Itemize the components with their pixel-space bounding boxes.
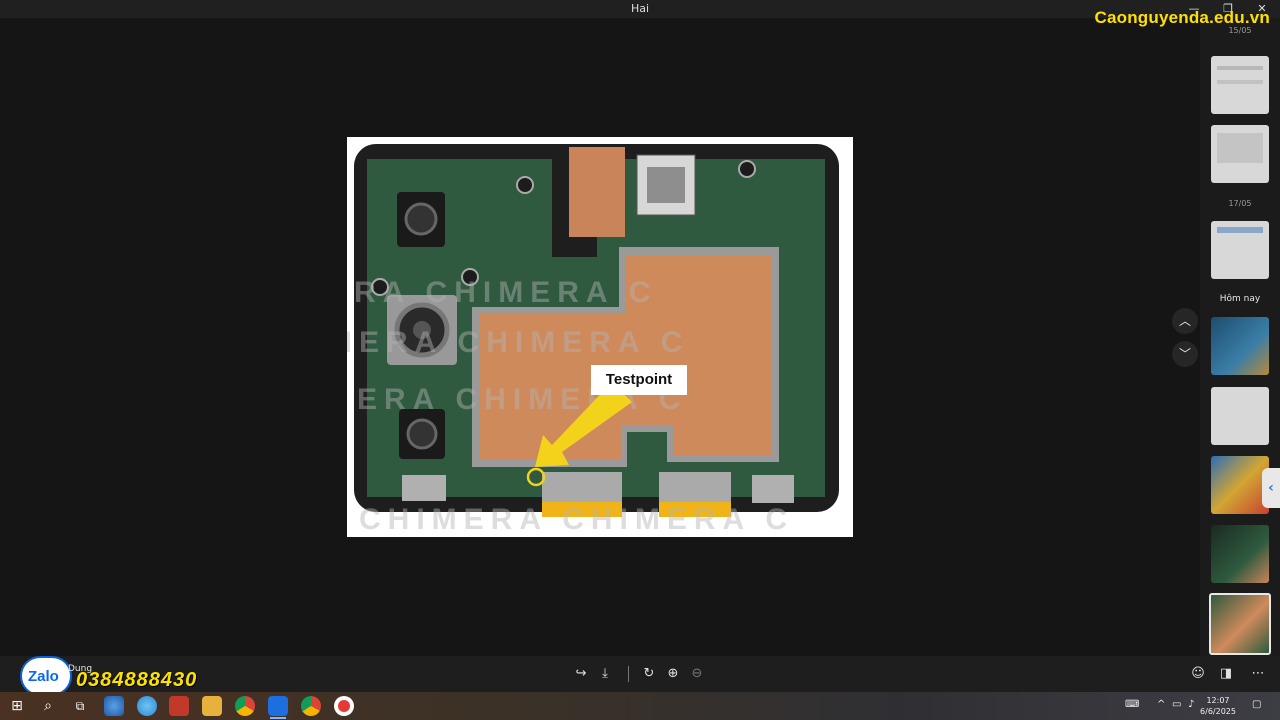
- viewer-toolbar: Zalo Dung 0384888430 ↪ ⤓ ↻ ⊕ ⊖ ☺ ◨ ⋯: [0, 656, 1280, 696]
- zalo-app-icon[interactable]: [268, 696, 288, 719]
- copper-tape-top: [569, 147, 625, 237]
- record-icon[interactable]: [334, 696, 354, 716]
- os-taskbar: ⊞ ⌕ ⧉ ⌨ ^ ▭ ♪ 12:07 6/6/2025 ▢: [0, 692, 1280, 720]
- volume-icon[interactable]: ♪: [1188, 699, 1194, 710]
- phone-number: 0384888430: [76, 669, 198, 691]
- window-title: Hai: [630, 2, 650, 15]
- zalo-label: Zalo: [28, 668, 59, 685]
- front-camera-lens: [404, 202, 438, 236]
- chevron-up-icon: ︿: [1178, 314, 1191, 328]
- chrome-icon-2[interactable]: [301, 696, 321, 716]
- zoom-in-icon[interactable]: ⊕: [663, 664, 683, 684]
- keyboard-icon[interactable]: ⌨: [1125, 699, 1139, 710]
- thumbnail-7[interactable]: [1211, 525, 1269, 583]
- chevron-down-icon: ﹀: [1178, 347, 1191, 361]
- browser-icon[interactable]: [104, 696, 124, 716]
- network-icon[interactable]: ▭: [1172, 699, 1181, 710]
- chrome-icon[interactable]: [235, 696, 255, 716]
- date-divider-mid: 17/05: [1228, 199, 1252, 208]
- search-icon[interactable]: ⌕: [38, 696, 58, 716]
- motherboard-photo: ERA CHIMERA C MERA CHIMERA C ERA CHIMERA…: [347, 137, 853, 537]
- toolbar-separator: [628, 666, 629, 682]
- screw-hole-2: [738, 160, 756, 178]
- clock-date[interactable]: 6/6/2025: [1198, 707, 1238, 716]
- chevron-left-icon: ‹: [1268, 480, 1274, 496]
- thumbnail-6[interactable]: [1211, 456, 1269, 514]
- start-icon[interactable]: ⊞: [7, 696, 27, 716]
- notification-icon[interactable]: ▢: [1252, 699, 1261, 710]
- next-image-button[interactable]: ﹀: [1172, 341, 1198, 367]
- image-viewer: ERA CHIMERA C MERA CHIMERA C ERA CHIMERA…: [0, 18, 1200, 656]
- flex-connector-2: [659, 472, 731, 502]
- site-watermark: Caonguyenda.edu.vn: [1094, 8, 1270, 27]
- screw-hole-1: [516, 176, 534, 194]
- clock-time[interactable]: 12:07: [1198, 696, 1238, 705]
- emoji-icon[interactable]: ☺: [1188, 664, 1208, 684]
- thumbnail-5[interactable]: [1211, 387, 1269, 445]
- rotate-icon[interactable]: ↻: [639, 664, 659, 684]
- task-view-icon[interactable]: ⧉: [70, 696, 90, 716]
- testpoint-callout: Testpoint: [591, 365, 687, 395]
- watermark-row-2: MERA CHIMERA C: [347, 326, 689, 359]
- window-titlebar: Hai — ❐ ✕: [0, 0, 1280, 18]
- zoom-out-icon[interactable]: ⊖: [687, 664, 707, 684]
- flex-connector-1: [542, 472, 622, 502]
- image-history-panel: 15/05 17/05 Hôm nay: [1200, 18, 1280, 656]
- bottom-pad-2: [752, 475, 794, 503]
- pcb-illustration: ERA CHIMERA C MERA CHIMERA C ERA CHIMERA…: [347, 144, 839, 536]
- share-icon[interactable]: ↪: [571, 664, 591, 684]
- bottom-pad-1: [402, 475, 446, 501]
- download-icon[interactable]: ⤓: [595, 664, 615, 684]
- thumbnail-1[interactable]: [1211, 56, 1269, 114]
- thumbnail-2[interactable]: [1211, 125, 1269, 183]
- thumbnail-4[interactable]: [1211, 317, 1269, 375]
- connector-inner: [647, 167, 685, 203]
- app-icon[interactable]: [169, 696, 189, 716]
- thumbnail-3[interactable]: [1211, 221, 1269, 279]
- zalo-logo: Zalo: [20, 656, 72, 696]
- collapse-panel-tab[interactable]: ‹: [1262, 468, 1280, 508]
- more-icon[interactable]: ⋯: [1248, 664, 1268, 684]
- file-explorer-icon[interactable]: [202, 696, 222, 716]
- watermark-row-1: ERA CHIMERA C: [347, 276, 657, 309]
- secondary-camera-lens: [406, 418, 438, 450]
- tray-chevron-icon[interactable]: ^: [1157, 699, 1165, 710]
- thumbnail-8-selected[interactable]: [1209, 593, 1271, 655]
- watermark-row-4: CHIMERA CHIMERA C: [359, 503, 794, 536]
- panel-icon[interactable]: ◨: [1216, 664, 1236, 684]
- telegram-icon[interactable]: [137, 696, 157, 716]
- previous-image-button[interactable]: ︿: [1172, 308, 1198, 334]
- date-divider-today: Hôm nay: [1219, 294, 1261, 304]
